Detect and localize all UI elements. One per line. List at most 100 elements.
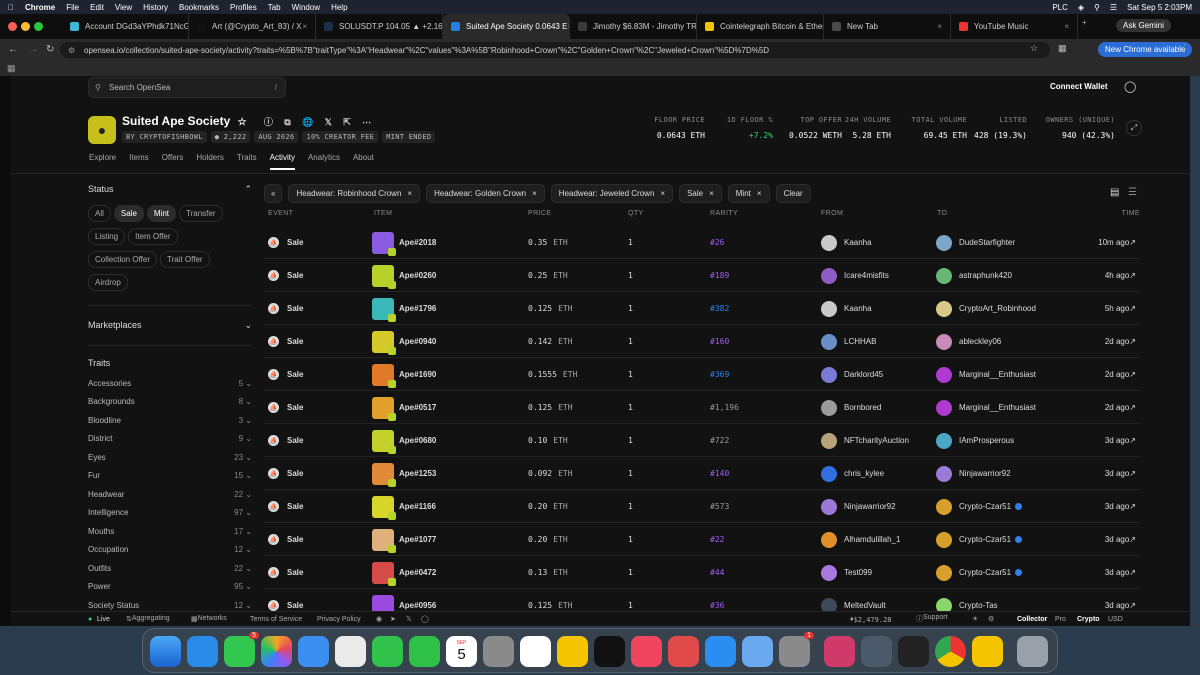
item-cell[interactable]: Ape#1077 [372, 523, 436, 556]
to-cell[interactable]: DudeStarfighter [936, 226, 1015, 259]
trait-row[interactable]: Occupation 12 ⌄ [88, 541, 252, 560]
search-input[interactable]: ⚲ Search OpenSea / [88, 77, 286, 98]
filter-chip[interactable]: Sale × [679, 184, 722, 203]
menu-item-help[interactable]: Help [331, 3, 347, 12]
time-value[interactable]: 2d ago [1105, 403, 1129, 412]
music-icon[interactable] [631, 636, 662, 667]
expand-icon[interactable]: ⤢ [1126, 120, 1142, 136]
item-thumbnail[interactable] [372, 495, 396, 520]
to-name[interactable]: Marginal__Enthusiast [959, 403, 1036, 412]
table-row[interactable]: ⛵ Sale Ape#1253 0.092 ETH 1 #140 chris_kylee Nin… [264, 457, 1140, 490]
tab-analytics[interactable]: Analytics [308, 153, 340, 170]
from-cell[interactable]: chris_kylee [821, 457, 884, 490]
tab-4[interactable]: Jimothy $6.83M - Jimothy TR× [570, 14, 697, 39]
iphone-mirroring-icon[interactable] [742, 636, 773, 667]
status-pill-mint[interactable]: Mint [146, 205, 177, 222]
item-cell[interactable]: Ape#0940 [372, 325, 436, 358]
to-name[interactable]: astraphunk420 [959, 271, 1012, 280]
menu-item-file[interactable]: File [66, 3, 79, 12]
reminders-icon[interactable] [520, 636, 551, 667]
tab-activity[interactable]: Activity [269, 153, 295, 170]
time-cell[interactable]: 3d ago ↗ [1105, 556, 1136, 589]
external-link-icon[interactable]: ↗ [1129, 469, 1136, 478]
reload-icon[interactable]: ↻ [46, 44, 54, 55]
trait-row[interactable]: Power 95 ⌄ [88, 578, 252, 597]
chrome-icon[interactable] [935, 636, 966, 667]
filter-chip[interactable]: Headwear: Jeweled Crown × [550, 184, 674, 203]
close-tab-icon[interactable]: × [1064, 22, 1069, 31]
privacy-link[interactable]: Privacy Policy [317, 616, 361, 623]
tab-5[interactable]: Cointelegraph Bitcoin & Ether× [697, 14, 824, 39]
trash-icon[interactable] [1017, 636, 1048, 667]
address-bar[interactable]: ⚙ opensea.io/collection/suited-ape-socie… [60, 42, 1050, 58]
time-cell[interactable]: 3d ago ↗ [1105, 424, 1136, 457]
time-cell[interactable]: 2d ago ↗ [1105, 358, 1136, 391]
item-name[interactable]: Ape#1796 [399, 304, 436, 313]
apps-grid-icon[interactable]: ▦ [7, 63, 16, 74]
bookmark-star-icon[interactable]: ☆ [1030, 43, 1038, 54]
to-name[interactable]: Marginal__Enthusiast [959, 370, 1036, 379]
from-name[interactable]: MeltedVault [844, 601, 886, 610]
filter-chip[interactable]: Headwear: Robinhood Crown × [288, 184, 421, 203]
to-name[interactable]: Crypto-Czar51 [959, 568, 1011, 577]
from-name[interactable]: chris_kylee [844, 469, 884, 478]
time-cell[interactable]: 5h ago ↗ [1105, 292, 1136, 325]
table-row[interactable]: ⛵ Sale Ape#0680 0.10 ETH 1 #722 NFTcharityAucti… [264, 424, 1140, 457]
settings-icon[interactable]: ⚙ [988, 615, 994, 623]
item-thumbnail[interactable] [372, 528, 396, 553]
to-name[interactable]: CryptoArt_Robinhood [959, 304, 1036, 313]
filter-chip[interactable]: Headwear: Golden Crown × [426, 184, 545, 203]
disk-utility-icon[interactable] [861, 636, 892, 667]
from-name[interactable]: Kaanha [844, 304, 872, 313]
usd-toggle[interactable]: USD [1108, 616, 1123, 623]
item-name[interactable]: Ape#0260 [399, 271, 436, 280]
external-link-icon[interactable]: ↗ [1129, 535, 1136, 544]
menu-item-history[interactable]: History [143, 3, 168, 12]
info-icon[interactable]: ⓘ [264, 117, 273, 127]
contacts-icon[interactable] [483, 636, 514, 667]
trait-row[interactable]: District 9 ⌄ [88, 430, 252, 449]
chevron-down-icon[interactable]: ⌄ [244, 320, 252, 331]
item-thumbnail[interactable] [372, 330, 396, 355]
calendar-icon[interactable]: SEP 5 [446, 636, 477, 667]
from-name[interactable]: Kaanha [844, 238, 872, 247]
ask-gemini-button[interactable]: Ask Gemini [1116, 19, 1171, 32]
item-cell[interactable]: Ape#0260 [372, 259, 436, 292]
time-value[interactable]: 3d ago [1105, 601, 1129, 610]
from-name[interactable]: Darklord45 [844, 370, 883, 379]
more-menu-icon[interactable]: ⋮ [1180, 43, 1189, 54]
to-cell[interactable]: Crypto-Czar51 [936, 490, 1023, 523]
to-name[interactable]: IAmProsperous [959, 436, 1014, 445]
external-link-icon[interactable]: ↗ [1129, 568, 1136, 577]
table-row[interactable]: ⛵ Sale Ape#1796 0.125 ETH 1 #382 Kaanha CryptoAr… [264, 292, 1140, 325]
item-thumbnail[interactable] [372, 429, 396, 454]
list-view-icon[interactable]: ☰ [1128, 187, 1137, 198]
from-name[interactable]: Ninjawarrior92 [844, 502, 896, 511]
close-tab-icon[interactable]: × [937, 22, 942, 31]
remove-filter-icon[interactable]: × [757, 189, 762, 198]
item-name[interactable]: Ape#1253 [399, 469, 436, 478]
app-icon[interactable] [898, 636, 929, 667]
time-value[interactable]: 4h ago [1105, 271, 1129, 280]
status-pill-airdrop[interactable]: Airdrop [88, 274, 128, 291]
zoom-window-icon[interactable] [34, 22, 43, 31]
marketplaces-section-header[interactable]: Marketplaces ⌄ [88, 320, 252, 331]
favorite-star-icon[interactable]: ☆ [238, 117, 247, 128]
to-name[interactable]: Crypto-Tas [959, 601, 998, 610]
time-cell[interactable]: 2d ago ↗ [1105, 325, 1136, 358]
from-cell[interactable]: Test099 [821, 556, 872, 589]
time-value[interactable]: 3d ago [1105, 535, 1129, 544]
website-icon[interactable]: 🌐 [302, 117, 313, 127]
table-row[interactable]: ⛵ Sale Ape#0472 0.13 ETH 1 #44 Test099 Crypto-Cz… [264, 556, 1140, 589]
item-cell[interactable]: Ape#1796 [372, 292, 436, 325]
menu-item-chrome[interactable]: Chrome [25, 3, 55, 12]
external-link-icon[interactable]: ↗ [1129, 370, 1136, 379]
collapse-sidebar-button[interactable]: « [264, 184, 283, 203]
rocket-app-icon[interactable] [668, 636, 699, 667]
time-value[interactable]: 10m ago [1098, 238, 1129, 247]
trait-row[interactable]: Fur 15 ⌄ [88, 467, 252, 486]
apple-icon[interactable]:  [8, 3, 14, 12]
item-thumbnail[interactable] [372, 462, 396, 487]
filter-chip[interactable]: Mint × [727, 184, 770, 203]
trait-row[interactable]: Intelligence 97 ⌄ [88, 504, 252, 523]
